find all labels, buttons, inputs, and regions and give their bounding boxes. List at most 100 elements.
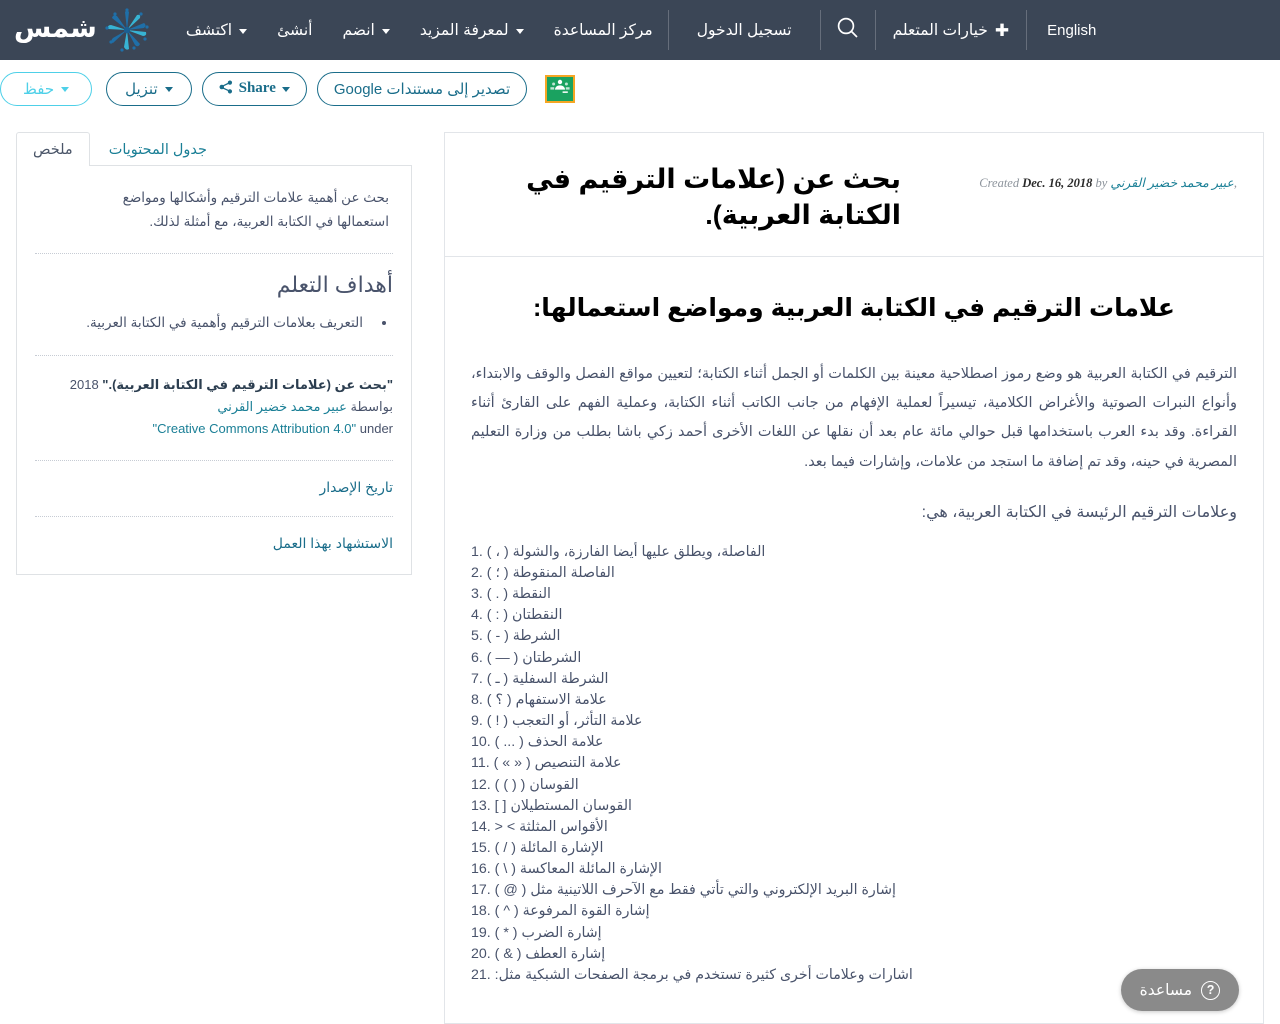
question-circle-icon: ? bbox=[1201, 980, 1220, 1000]
tab-summary[interactable]: ملخص bbox=[16, 132, 90, 166]
list-intro-text: وعلامات الترقيم الرئيسة في الكتابة العرب… bbox=[921, 504, 1237, 521]
chevron-down-icon bbox=[515, 28, 524, 34]
divider bbox=[35, 253, 393, 255]
list-item-text: إشارة القوة المرفوعة ( ^ ) bbox=[490, 903, 650, 920]
list-item-number: 9. bbox=[471, 713, 483, 730]
list-item-number: 2. bbox=[471, 564, 483, 581]
tab-table-of-contents-label: جدول المحتويات bbox=[108, 142, 208, 158]
nav-item-label: أنشئ bbox=[277, 21, 313, 39]
list-item-number: 14. bbox=[471, 818, 491, 835]
list-item: الفاصلة المنقوطة ( ؛ ) 2. bbox=[471, 563, 1237, 584]
save-button[interactable]: حفظ bbox=[0, 71, 93, 106]
chevron-down-icon bbox=[61, 87, 70, 92]
document-header: بحث عن (علامات الترقيم في الكتابة العربي… bbox=[445, 133, 1263, 257]
nav-item-help-center[interactable]: مركز المساعدة bbox=[539, 0, 668, 60]
sidebar-link-version-history[interactable]: تاريخ الإصدار bbox=[35, 479, 393, 496]
nav-item-label: لمعرفة المزيد bbox=[419, 21, 509, 39]
language-label: English bbox=[1047, 21, 1097, 39]
list-item-text: الأقواس المثلثة > < bbox=[490, 818, 608, 835]
list-item-text: الفاصلة، ويطلق عليها أيضا الفارزة، والشو… bbox=[482, 543, 766, 560]
tab-table-of-contents[interactable]: جدول المحتويات bbox=[92, 132, 224, 166]
list-item-number: 11. bbox=[471, 755, 490, 772]
meta-trailing: , bbox=[1233, 176, 1237, 190]
google-classroom-icon bbox=[549, 77, 571, 100]
google-classroom-share-button[interactable] bbox=[545, 74, 576, 103]
nav-item-create[interactable]: أنشئ bbox=[262, 0, 327, 60]
nav-item-label: اكتشف bbox=[185, 21, 233, 39]
pinwheel-sun-icon bbox=[105, 8, 149, 52]
list-item-text: الإشارة المائلة المعاكسة ( \ ) bbox=[490, 861, 662, 878]
sidebar-link-cite-this-work[interactable]: الاستشهاد بهذا العمل bbox=[35, 535, 393, 552]
brand-logo-link[interactable]: شمس bbox=[0, 0, 171, 60]
list-item-number: 21. bbox=[471, 966, 491, 983]
list-item-text: اشارات وعلامات أخرى كثيرة تستخدم في برمج… bbox=[490, 966, 913, 983]
list-item: علامة الحذف ( ... ) 10. bbox=[471, 732, 1237, 753]
search-button[interactable] bbox=[821, 0, 875, 60]
attribution-work-title: "بحث عن (علامات الترقيم في الكتابة العرب… bbox=[102, 377, 393, 393]
tab-summary-label: ملخص bbox=[33, 142, 73, 158]
list-item: علامة الاستفهام ( ؟ ) 8. bbox=[471, 690, 1237, 711]
language-switch-english[interactable]: English bbox=[1027, 0, 1116, 60]
chevron-down-icon bbox=[381, 28, 390, 34]
plus-icon: ✚ bbox=[994, 20, 1010, 40]
list-item: الفاصلة، ويطلق عليها أيضا الفارزة، والشو… bbox=[471, 542, 1237, 563]
attribution-license-link[interactable]: "Creative Commons Attribution 4.0" bbox=[153, 421, 357, 436]
learner-options-button[interactable]: خيارات المتعلم ✚ bbox=[876, 0, 1027, 60]
list-item: الشرطتان ( — ) 6. bbox=[471, 648, 1237, 669]
nav-divider bbox=[1026, 10, 1028, 50]
nav-item-learn-more[interactable]: لمعرفة المزيد bbox=[405, 0, 539, 60]
list-item-number: 4. bbox=[471, 607, 483, 624]
list-item: الإشارة المائلة ( / ) 15. bbox=[471, 838, 1237, 859]
save-label: حفظ bbox=[23, 80, 55, 98]
list-item-text: الفاصلة المنقوطة ( ؛ ) bbox=[482, 564, 615, 581]
export-google-docs-button[interactable]: تصدير إلى مستندات Google bbox=[316, 71, 528, 106]
help-label: مساعدة bbox=[1139, 981, 1192, 999]
list-item-text: علامة التنصيص ( « » ) bbox=[489, 755, 622, 772]
learning-objectives-heading: أهداف التعلم bbox=[276, 272, 393, 298]
sidebar-panel: بحث عن أهمية علامات الترقيم وأشكالها ومو… bbox=[16, 166, 412, 576]
divider bbox=[35, 516, 393, 518]
list-item-text: الإشارة المائلة ( / ) bbox=[490, 839, 604, 856]
list-item-number: 8. bbox=[471, 691, 483, 708]
nav-divider bbox=[667, 10, 669, 50]
list-item: القوسان المستطيلان [ ] 13. bbox=[471, 796, 1237, 817]
toolbar-right-group: حفظ bbox=[0, 71, 106, 106]
attribution-author[interactable]: عبير محمد خضير القرني bbox=[217, 399, 347, 414]
list-item-text: إشارة العطف ( & ) bbox=[490, 945, 606, 962]
nav-links-group: اكتشف أنشئ انضم لمعرفة المزيد مركز المسا… bbox=[171, 0, 668, 60]
help-widget-button[interactable]: مساعدة ? bbox=[1120, 969, 1239, 1011]
list-item-text: النقطتان ( : ) bbox=[482, 607, 563, 624]
list-item: إشارة العطف ( & ) 20. bbox=[471, 944, 1237, 965]
document-body: علامات الترقيم في الكتابة العربية ومواضع… bbox=[445, 257, 1263, 986]
share-button[interactable]: Share bbox=[201, 71, 307, 106]
download-button[interactable]: تنزيل bbox=[106, 71, 192, 106]
document-viewer: بحث عن (علامات الترقيم في الكتابة العربي… bbox=[444, 132, 1264, 1024]
share-label: Share bbox=[238, 80, 276, 96]
document-toolbar: حفظ تنزيل Share تصدير إلى مستندات Google bbox=[0, 60, 1280, 118]
list-item-text: النقطة ( . ) bbox=[482, 586, 551, 603]
nav-item-join[interactable]: انضم bbox=[327, 0, 404, 60]
page-content: ملخص جدول المحتويات بحث عن أهمية علامات … bbox=[0, 118, 1280, 1024]
login-link[interactable]: تسجيل الدخول bbox=[669, 0, 820, 60]
search-icon bbox=[835, 15, 861, 46]
attribution-year: 2018 bbox=[69, 377, 99, 393]
list-item: النقطتان ( : ) 4. bbox=[471, 605, 1237, 626]
list-item-number: 10. bbox=[471, 734, 491, 751]
by-label: by bbox=[1095, 176, 1108, 190]
nav-item-discover[interactable]: اكتشف bbox=[171, 0, 262, 60]
chevron-down-icon bbox=[239, 28, 248, 34]
list-item-number: 15. bbox=[471, 839, 491, 856]
list-item-text: علامة الحذف ( ... ) bbox=[490, 734, 604, 751]
list-item: إشارة الضرب ( * ) 19. bbox=[471, 923, 1237, 944]
learner-options-label: خيارات المتعلم bbox=[892, 21, 988, 39]
document-author-link[interactable]: عبير محمد خضير القرني bbox=[1110, 176, 1233, 190]
list-item: إشارة القوة المرفوعة ( ^ ) 18. bbox=[471, 901, 1237, 922]
list-item: إشارة البريد الإلكتروني والتي تأتي فقط م… bbox=[471, 880, 1237, 901]
toolbar-left-group: تنزيل Share تصدير إلى مستندات Google bbox=[106, 71, 576, 106]
list-item-text: علامة الاستفهام ( ؟ ) bbox=[482, 691, 607, 708]
brand-name: شمس bbox=[14, 13, 97, 43]
list-item-text: الشرطة ( - ) bbox=[482, 628, 561, 645]
sidebar: ملخص جدول المحتويات بحث عن أهمية علامات … bbox=[16, 132, 412, 576]
download-label: تنزيل bbox=[125, 80, 158, 98]
list-item-text: القوسان المستطيلان [ ] bbox=[490, 797, 632, 814]
